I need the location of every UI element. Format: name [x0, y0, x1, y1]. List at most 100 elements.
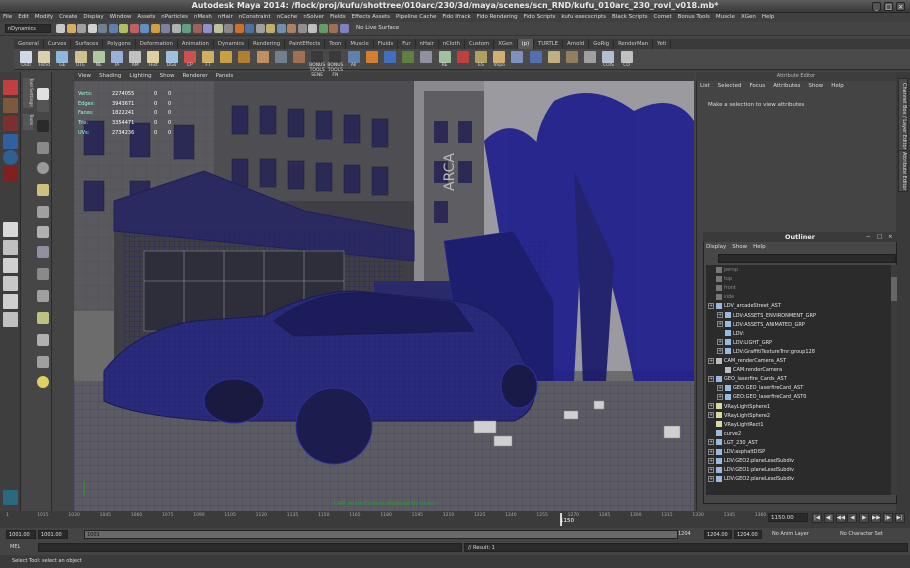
animation-end-field[interactable]: 1204.00: [734, 530, 762, 539]
maximize-button[interactable]: □: [884, 2, 893, 11]
light-bulb-icon[interactable]: [37, 376, 49, 388]
status-tool-icon[interactable]: [297, 24, 307, 33]
shelf-tab-xgen[interactable]: XGen: [494, 39, 518, 49]
shelf-button-icon[interactable]: [74, 51, 87, 63]
status-tool-icon[interactable]: [203, 24, 212, 33]
shelf-tab-rendering[interactable]: Rendering: [249, 39, 286, 49]
expand-icon[interactable]: +: [708, 457, 714, 464]
outliner-menu-help[interactable]: Help: [750, 243, 769, 252]
menu-ncache[interactable]: nCache: [274, 13, 301, 22]
menu-comet[interactable]: Comet: [651, 13, 675, 22]
outliner-minimize-button[interactable]: −: [866, 234, 871, 240]
outliner-item[interactable]: + CAM_renderCamera_AST: [708, 357, 786, 366]
expand-icon[interactable]: +: [708, 375, 714, 382]
playback-button[interactable]: ▶▶: [871, 513, 881, 523]
close-button[interactable]: ×: [896, 2, 905, 11]
status-tool-icon[interactable]: [108, 24, 118, 33]
attr-menu-list[interactable]: List: [696, 81, 714, 91]
import-icon[interactable]: [37, 206, 49, 218]
shelf-tab-fluids[interactable]: Fluids: [374, 39, 399, 49]
viewport-menu-view[interactable]: View: [74, 72, 95, 81]
menu-modify[interactable]: Modify: [32, 13, 56, 22]
shelf-tab-polygons[interactable]: Polygons: [103, 39, 136, 49]
expand-icon[interactable]: +: [708, 412, 714, 419]
figure-icon[interactable]: [37, 312, 49, 324]
status-tool-icon[interactable]: [171, 24, 181, 33]
shelf-button-icon[interactable]: [129, 51, 142, 63]
status-tool-icon[interactable]: [287, 24, 296, 33]
shelf-button-icon[interactable]: [620, 51, 633, 63]
outliner-item[interactable]: + LDV:ASSETS_ENVIRONMENT_GRP: [717, 312, 816, 321]
shelf-button-icon[interactable]: [238, 51, 251, 63]
shelf-button-icon[interactable]: [111, 51, 123, 63]
status-tool-icon[interactable]: [87, 24, 97, 33]
status-tool-icon[interactable]: [308, 24, 317, 33]
tab-tools[interactable]: Tools: [23, 114, 33, 130]
shelf-button-icon[interactable]: [38, 51, 51, 63]
outliner-item[interactable]: top: [708, 275, 732, 284]
menu-fido-ifrack[interactable]: Fido Ifrack: [439, 13, 473, 22]
shelf-button-icon[interactable]: [274, 51, 287, 63]
menu-fields[interactable]: Fields: [327, 13, 349, 22]
tab-tool-settings[interactable]: Tool Settings: [23, 78, 33, 108]
shelf-button-icon[interactable]: [475, 51, 487, 63]
shelf-tab-yeti[interactable]: Yeti: [653, 39, 672, 49]
shelf-tab-general[interactable]: General: [14, 39, 44, 49]
shelf-tab--p-[interactable]: (p): [517, 39, 535, 49]
outliner-item[interactable]: + LDV:GEO2:planeLeadSubdiv: [708, 457, 794, 466]
shelf-button-icon[interactable]: [256, 51, 269, 63]
expand-icon[interactable]: +: [717, 339, 723, 346]
menu-nhair[interactable]: nHair: [215, 13, 236, 22]
expand-icon[interactable]: +: [708, 403, 714, 409]
shelf-button-icon[interactable]: [493, 51, 506, 63]
shelf-tab-renderman[interactable]: RenderMan: [614, 39, 654, 49]
status-tool-icon[interactable]: [140, 24, 149, 33]
menu-bonus-tools[interactable]: Bonus Tools: [675, 13, 713, 22]
menu-assets[interactable]: Assets: [134, 13, 158, 22]
shelf-tab-animation[interactable]: Animation: [178, 39, 214, 49]
scale-tool-icon[interactable]: [3, 166, 18, 181]
attr-menu-attributes[interactable]: Attributes: [769, 81, 804, 91]
menu-effects-assets[interactable]: Effects Assets: [349, 13, 393, 22]
outliner-item[interactable]: front: [708, 284, 736, 293]
attr-menu-focus[interactable]: Focus: [745, 81, 769, 91]
tab-attribute-editor[interactable]: Attribute Editor: [898, 150, 908, 192]
status-tool-icon[interactable]: [234, 24, 244, 33]
shelf-button-icon[interactable]: [438, 51, 451, 63]
status-tool-icon[interactable]: [150, 24, 160, 33]
playback-button[interactable]: ◀◀: [835, 513, 846, 523]
shelf-button-icon[interactable]: [420, 51, 433, 63]
shelf-tab-dynamics[interactable]: Dynamics: [214, 39, 250, 49]
shelf-tab-painteffects[interactable]: PaintEffects: [285, 39, 326, 49]
outliner-item[interactable]: CAM:renderCamera: [717, 366, 782, 375]
mel-label[interactable]: MEL: [10, 544, 20, 550]
expand-icon[interactable]: +: [717, 384, 723, 391]
shelf-button-icon[interactable]: [384, 51, 396, 63]
menu-edit[interactable]: Edit: [15, 13, 32, 22]
playback-button[interactable]: ◀|: [823, 513, 834, 523]
status-tool-icon[interactable]: [77, 24, 86, 33]
menu-black-scripts[interactable]: Black Scripts: [609, 13, 650, 22]
outliner-item[interactable]: + GEO_laserfire_Cards_AST: [708, 375, 787, 384]
outliner-item[interactable]: + VRayLightSphere2: [708, 412, 770, 421]
refresh-icon[interactable]: [37, 268, 49, 280]
outliner-item[interactable]: VRayLightRect1: [708, 421, 764, 430]
layout-four-icon[interactable]: [3, 240, 18, 255]
layout-stack-icon[interactable]: [3, 276, 18, 291]
outliner-item[interactable]: + LDV:ASSETS_ANIMATED_GRP: [717, 321, 805, 330]
status-tool-icon[interactable]: [182, 24, 191, 33]
move-tool-icon[interactable]: [3, 134, 18, 149]
playback-end-field[interactable]: 1204.00: [704, 530, 732, 539]
menu-set-dropdown[interactable]: nDynamics: [5, 24, 51, 33]
shelf-button-icon[interactable]: [92, 51, 105, 63]
viewport-menu-lighting[interactable]: Lighting: [125, 72, 155, 81]
shelf-button-icon[interactable]: [20, 51, 32, 63]
shelf-tab-ncloth[interactable]: nCloth: [439, 39, 465, 49]
shelf-button-icon[interactable]: [365, 51, 378, 63]
expand-icon[interactable]: +: [708, 357, 714, 364]
shelf-button-icon[interactable]: [311, 51, 324, 63]
shelf-tab-fur[interactable]: Fur: [398, 39, 416, 49]
status-tool-icon[interactable]: [329, 24, 338, 33]
shelf-button-icon[interactable]: [56, 51, 69, 63]
tab-channel-box[interactable]: Channel Box / Layer Editor: [898, 78, 908, 154]
